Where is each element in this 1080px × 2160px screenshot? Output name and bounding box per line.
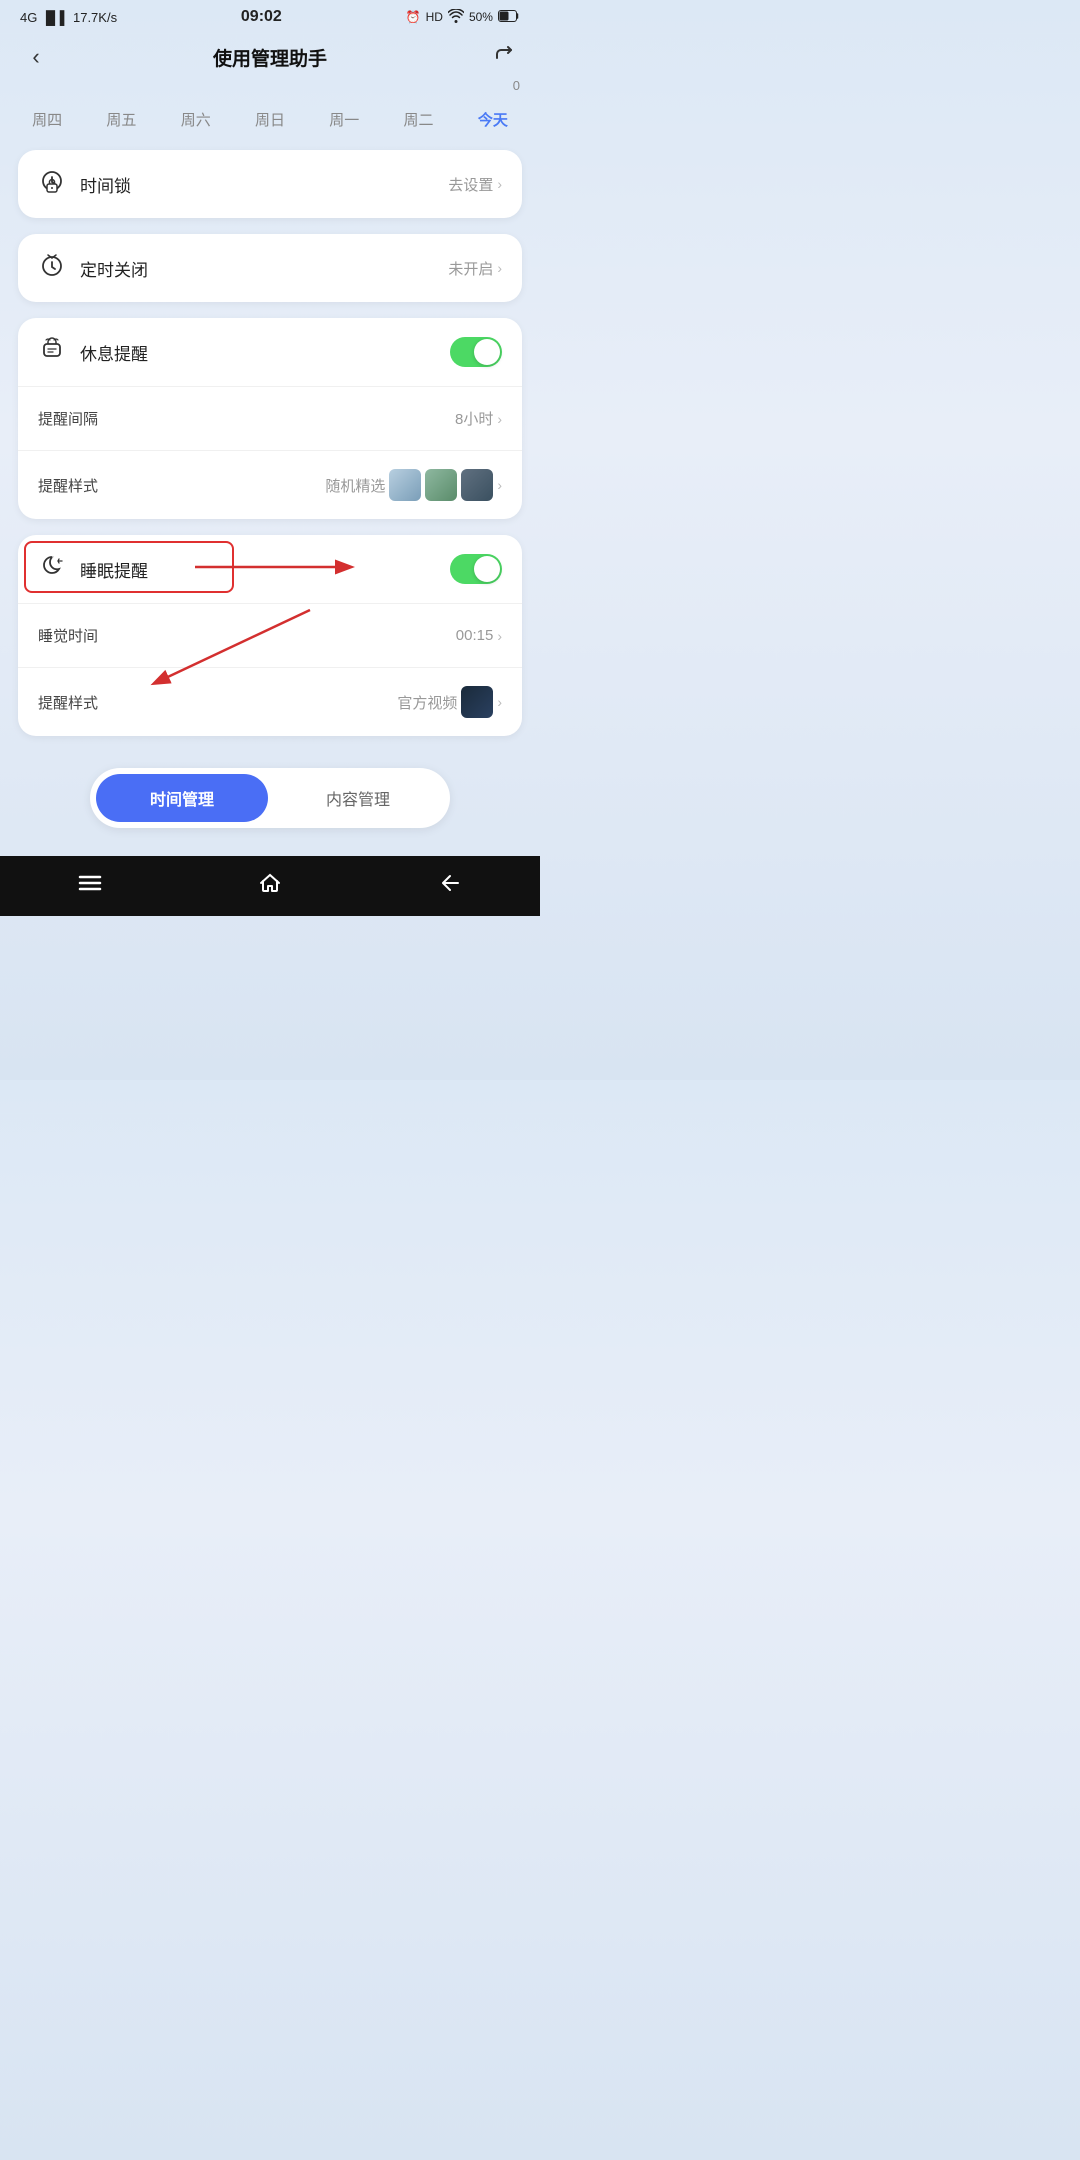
back-nav-icon[interactable] bbox=[418, 863, 482, 909]
rest-style-value: 随机精选 › bbox=[325, 469, 502, 501]
sleep-toggle-thumb bbox=[474, 556, 500, 582]
rest-interval-label: 提醒间隔 bbox=[38, 408, 455, 429]
thumb-2 bbox=[425, 469, 457, 501]
rest-label: 休息提醒 bbox=[80, 340, 450, 365]
rest-reminder-card: 休息提醒 提醒间隔 8小时 › 提醒样式 随机精选 › bbox=[18, 318, 522, 519]
tab-today[interactable]: 今天 bbox=[472, 105, 514, 134]
battery-icon bbox=[498, 10, 520, 25]
bottom-tabs: 时间管理 内容管理 bbox=[90, 768, 450, 828]
sleep-section: 睡眠提醒 睡觉时间 00:15 › 提醒样式 官方视频 › bbox=[0, 535, 540, 736]
time-lock-chevron: › bbox=[497, 176, 502, 192]
rest-thumbnails bbox=[389, 469, 493, 501]
tab-tue[interactable]: 周二 bbox=[398, 105, 440, 134]
timed-off-value: 未开启 › bbox=[448, 258, 502, 279]
time-lock-icon bbox=[38, 168, 66, 200]
time-lock-label: 时间锁 bbox=[80, 172, 448, 197]
sleep-time-chevron: › bbox=[497, 628, 502, 644]
thumb-1 bbox=[389, 469, 421, 501]
tab-thu[interactable]: 周四 bbox=[26, 105, 68, 134]
sleep-thumbnails bbox=[461, 686, 493, 718]
header: ‹ 使用管理助手 bbox=[0, 32, 540, 78]
speed-label: 17.7K/s bbox=[73, 10, 117, 25]
rest-style-chevron: › bbox=[497, 477, 502, 493]
bottom-tabs-wrap: 时间管理 内容管理 bbox=[0, 752, 540, 848]
timed-off-icon bbox=[38, 252, 66, 284]
sleep-time-label: 睡觉时间 bbox=[38, 625, 456, 646]
nav-bar bbox=[0, 856, 540, 916]
time-lock-row[interactable]: 时间锁 去设置 › bbox=[18, 150, 522, 218]
tab-sun[interactable]: 周日 bbox=[249, 105, 291, 134]
home-nav-icon[interactable] bbox=[238, 863, 302, 909]
sleep-style-row[interactable]: 提醒样式 官方视频 › bbox=[18, 668, 522, 736]
rest-icon bbox=[38, 336, 66, 368]
share-button[interactable] bbox=[488, 42, 520, 72]
rest-toggle-thumb bbox=[474, 339, 500, 365]
sleep-icon bbox=[38, 553, 66, 585]
status-right: ⏰ HD 50% bbox=[406, 9, 520, 26]
timed-off-row[interactable]: 定时关闭 未开启 › bbox=[18, 234, 522, 302]
signal-bars: ▐▌▌ bbox=[41, 10, 69, 25]
sleep-label: 睡眠提醒 bbox=[80, 557, 450, 582]
rest-style-label: 提醒样式 bbox=[38, 475, 325, 496]
content-management-tab[interactable]: 内容管理 bbox=[272, 774, 444, 822]
timed-off-card: 定时关闭 未开启 › bbox=[18, 234, 522, 302]
page-title: 使用管理助手 bbox=[52, 44, 488, 71]
wifi-icon bbox=[448, 9, 464, 26]
rest-interval-chevron: › bbox=[497, 411, 502, 427]
rest-toggle[interactable] bbox=[450, 337, 502, 367]
battery-label: 50% bbox=[469, 10, 493, 24]
day-tabs: 周四 周五 周六 周日 周一 周二 今天 bbox=[0, 97, 540, 150]
header-count: 0 bbox=[0, 78, 540, 93]
sleep-thumb bbox=[461, 686, 493, 718]
time-lock-value: 去设置 › bbox=[448, 174, 502, 195]
alarm-icon: ⏰ bbox=[406, 10, 421, 24]
sleep-style-label: 提醒样式 bbox=[38, 692, 397, 713]
time-management-tab[interactable]: 时间管理 bbox=[96, 774, 268, 822]
sleep-style-chevron: › bbox=[497, 694, 502, 710]
status-left: 4G ▐▌▌ 17.7K/s bbox=[20, 10, 117, 25]
timed-off-chevron: › bbox=[497, 260, 502, 276]
status-time: 09:02 bbox=[241, 8, 282, 26]
sleep-time-value: 00:15 › bbox=[456, 627, 502, 644]
back-button[interactable]: ‹ bbox=[20, 44, 52, 70]
network-label: 4G bbox=[20, 10, 37, 25]
status-bar: 4G ▐▌▌ 17.7K/s 09:02 ⏰ HD 50% bbox=[0, 0, 540, 32]
menu-nav-icon[interactable] bbox=[58, 866, 122, 906]
tab-fri[interactable]: 周五 bbox=[100, 105, 142, 134]
sleep-style-value: 官方视频 › bbox=[397, 686, 502, 718]
rest-interval-value: 8小时 › bbox=[455, 408, 502, 429]
sleep-reminder-card: 睡眠提醒 睡觉时间 00:15 › 提醒样式 官方视频 › bbox=[18, 535, 522, 736]
tab-mon[interactable]: 周一 bbox=[323, 105, 365, 134]
rest-interval-row[interactable]: 提醒间隔 8小时 › bbox=[18, 387, 522, 451]
hd-label: HD bbox=[426, 10, 443, 24]
rest-main-row: 休息提醒 bbox=[18, 318, 522, 387]
sleep-time-row[interactable]: 睡觉时间 00:15 › bbox=[18, 604, 522, 668]
sleep-toggle[interactable] bbox=[450, 554, 502, 584]
tab-sat[interactable]: 周六 bbox=[175, 105, 217, 134]
thumb-3 bbox=[461, 469, 493, 501]
rest-style-row[interactable]: 提醒样式 随机精选 › bbox=[18, 451, 522, 519]
time-lock-card: 时间锁 去设置 › bbox=[18, 150, 522, 218]
timed-off-label: 定时关闭 bbox=[80, 256, 448, 281]
sleep-main-row: 睡眠提醒 bbox=[18, 535, 522, 604]
